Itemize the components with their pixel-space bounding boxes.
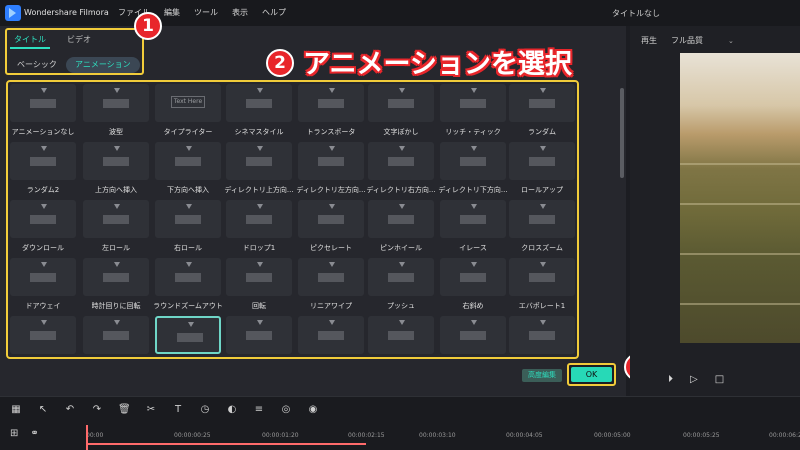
- highlight-grid-box: [6, 80, 579, 359]
- timeline-toolbar: ▦ ↖ ↶ ↷ 🗑 ✂ T ◷ ◐ ≡ ◎ ◉: [10, 404, 319, 415]
- field-row: [680, 203, 800, 205]
- add-track-icon[interactable]: ⊞: [10, 428, 18, 439]
- layout-icon[interactable]: ▦: [10, 404, 22, 415]
- motion-icon[interactable]: ◎: [280, 404, 292, 415]
- timeline-tick: 00:00:01:20: [262, 432, 299, 439]
- timeline-tick: 00:00:05:25: [683, 432, 720, 439]
- timeline-tick: 00:00: [86, 432, 104, 439]
- menu-edit[interactable]: 編集: [164, 7, 180, 18]
- timeline-range-bar: [86, 443, 366, 445]
- play-icon[interactable]: ▷: [690, 374, 698, 385]
- step-back-icon[interactable]: ⏵: [668, 374, 673, 385]
- chevron-down-icon[interactable]: ⌄: [728, 37, 734, 45]
- delete-icon[interactable]: 🗑: [118, 404, 131, 415]
- ok-button[interactable]: OK: [571, 367, 612, 382]
- preview-video-frame: [680, 53, 800, 343]
- color-icon[interactable]: ◐: [226, 404, 238, 415]
- menu-tools[interactable]: ツール: [194, 7, 218, 18]
- stop-icon[interactable]: □: [715, 374, 724, 385]
- timeline-tick: 00:00:04:05: [506, 432, 543, 439]
- undo-icon[interactable]: ↶: [64, 404, 76, 415]
- track-controls: ⊞ ⚭: [10, 428, 39, 439]
- timeline-tick: 00:00:05:00: [594, 432, 631, 439]
- text-icon[interactable]: T: [172, 404, 184, 415]
- quality-select[interactable]: フル品質: [671, 35, 703, 46]
- step-badge-2: 2: [266, 49, 294, 77]
- timeline-ruler[interactable]: 00:00 00:00:00:25 00:00:01:20 00:00:02:15 00…: [86, 428, 800, 450]
- timeline-tick: 00:00:00:25: [174, 432, 211, 439]
- advanced-edit-button[interactable]: 高度編集: [522, 369, 562, 382]
- filmora-window: Wondershare Filmora ファイル 編集 ツール 表示 ヘルプ タ…: [0, 0, 800, 450]
- redo-icon[interactable]: ↷: [91, 404, 103, 415]
- cut-icon[interactable]: ✂: [145, 404, 157, 415]
- timeline-tick: 00:00:03:10: [419, 432, 456, 439]
- timeline-tick: 00:00:02:15: [348, 432, 385, 439]
- field-row: [680, 303, 800, 305]
- title-bar: Wondershare Filmora ファイル 編集 ツール 表示 ヘルプ タ…: [0, 0, 800, 26]
- field-row: [680, 253, 800, 255]
- player-controls: ⏵ ▷ □: [668, 374, 724, 385]
- menu-view[interactable]: 表示: [232, 7, 248, 18]
- field-row: [680, 163, 800, 165]
- preview-label: 再生: [641, 36, 657, 45]
- speed-icon[interactable]: ◉: [307, 404, 319, 415]
- timer-icon[interactable]: ◷: [199, 404, 211, 415]
- app-name: Wondershare Filmora: [24, 8, 109, 17]
- playhead[interactable]: [86, 425, 88, 450]
- grid-scrollbar[interactable]: [620, 88, 624, 178]
- highlight-tabs-box: [5, 28, 144, 75]
- menu-help[interactable]: ヘルプ: [262, 7, 286, 18]
- timeline-tick: 00:00:06:2: [769, 432, 800, 439]
- step-badge-1: 1: [134, 12, 162, 40]
- ok-button-highlight: OK: [567, 363, 616, 386]
- callout-text: アニメーションを選択: [303, 49, 572, 80]
- filmora-logo-icon: [5, 5, 21, 21]
- document-title: タイトルなし: [612, 9, 660, 18]
- adjust-icon[interactable]: ≡: [253, 404, 265, 415]
- link-icon[interactable]: ⚭: [30, 428, 38, 439]
- select-icon[interactable]: ↖: [37, 404, 49, 415]
